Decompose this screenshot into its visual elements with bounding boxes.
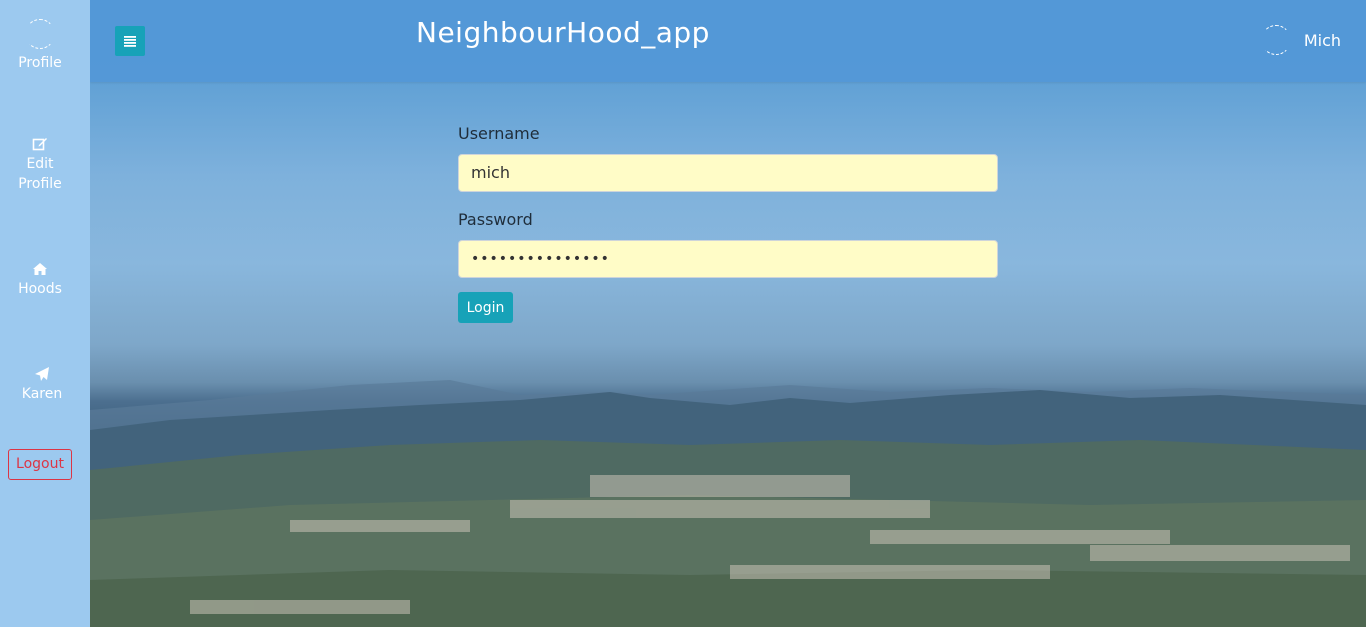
username-label: Username — [458, 124, 540, 143]
sidebar-item-label: Profile — [18, 55, 62, 71]
top-navbar: NeighbourHood_app Mich — [90, 0, 1366, 82]
menu-list-icon — [124, 36, 136, 47]
user-menu[interactable]: Mich — [1260, 25, 1341, 55]
password-input[interactable]: ••••••••••••••• — [458, 240, 998, 278]
app-title: NeighbourHood_app — [416, 16, 710, 49]
login-form: Username mich Password ••••••••••••••• L… — [458, 122, 998, 323]
sidebar-item-profile[interactable]: Profile — [0, 19, 80, 73]
sidebar-item-karen[interactable]: Karen — [2, 366, 82, 404]
user-avatar-icon — [1260, 25, 1291, 55]
sidebar-item-label: Edit Profile — [18, 156, 62, 192]
edit-icon — [0, 136, 80, 152]
sidebar-item-label: Karen — [21, 386, 63, 402]
sidebar: Profile Edit Profile Hoods Karen Logout — [0, 0, 90, 627]
sidebar-item-edit-profile[interactable]: Edit Profile — [0, 136, 80, 194]
logout-button[interactable]: Logout — [8, 449, 72, 480]
paper-plane-icon — [2, 366, 82, 382]
user-name: Mich — [1303, 30, 1341, 50]
username-input[interactable]: mich — [458, 154, 998, 192]
menu-toggle-button[interactable] — [115, 26, 145, 56]
sidebar-item-hoods[interactable]: Hoods — [0, 261, 80, 299]
password-label: Password — [458, 210, 533, 229]
login-button[interactable]: Login — [458, 292, 513, 323]
sidebar-item-label: Hoods — [18, 281, 62, 297]
home-icon — [0, 261, 80, 277]
profile-avatar-icon — [25, 19, 55, 49]
main-content: NeighbourHood_app Mich Username mich Pas… — [90, 0, 1366, 627]
